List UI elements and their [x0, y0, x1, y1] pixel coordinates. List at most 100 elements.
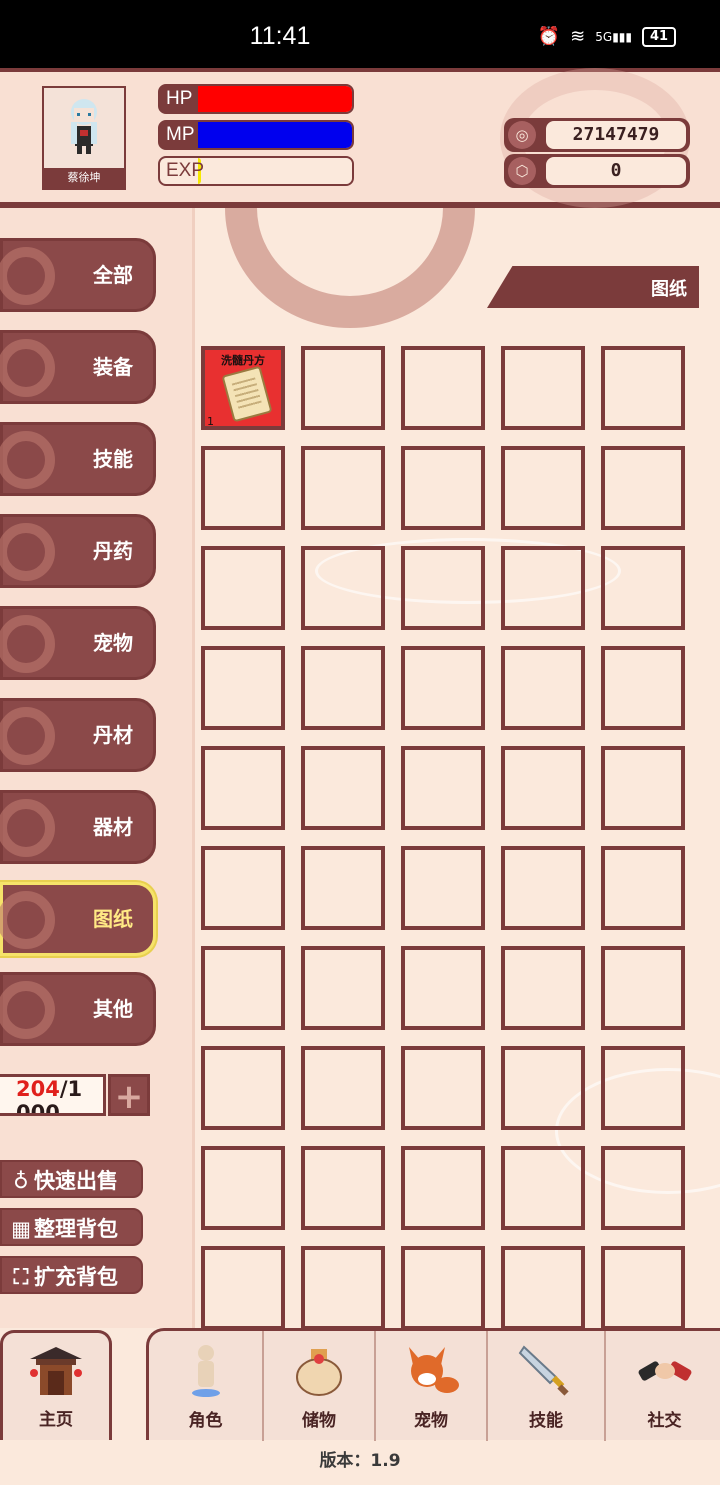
nav-skills[interactable]: 技能: [488, 1331, 606, 1441]
add-capacity-button[interactable]: +: [108, 1074, 150, 1117]
quick-sell-button[interactable]: ♁ 快速出售: [0, 1160, 143, 1198]
inventory-slot[interactable]: [501, 946, 585, 1030]
category-label: 图纸: [93, 907, 133, 931]
nav-storage[interactable]: 储物: [264, 1331, 376, 1441]
gem-icon: ⬡: [508, 157, 536, 185]
inventory-slot[interactable]: 洗髓丹方 1: [201, 346, 285, 430]
category-equipment[interactable]: 装备: [0, 330, 156, 404]
inventory-slot[interactable]: [301, 946, 385, 1030]
inventory-slot[interactable]: [601, 1046, 685, 1130]
inventory-slot[interactable]: [301, 1046, 385, 1130]
inventory-slot[interactable]: [401, 1046, 485, 1130]
inventory-slot[interactable]: [401, 846, 485, 930]
category-emblem-icon: [0, 339, 55, 397]
character-avatar[interactable]: 蔡徐坤: [42, 86, 126, 190]
mp-label: MP: [166, 124, 195, 145]
inventory-slot[interactable]: [401, 346, 485, 430]
coin-icon: ◎: [508, 121, 536, 149]
category-emblem-icon: [0, 615, 55, 673]
inventory-slot[interactable]: [301, 1246, 385, 1328]
category-label: 全部: [93, 263, 133, 287]
nav-social[interactable]: 社交: [606, 1331, 720, 1441]
category-emblem-icon: [0, 891, 55, 949]
nav-home[interactable]: 主页: [0, 1330, 112, 1440]
inventory-slot[interactable]: [601, 946, 685, 1030]
inventory-slot[interactable]: [501, 1046, 585, 1130]
category-equipment-materials[interactable]: 器材: [0, 790, 156, 864]
expand-icon: ⛶: [13, 1265, 29, 1289]
inventory-slot[interactable]: [301, 1146, 385, 1230]
inventory-slot[interactable]: [401, 1146, 485, 1230]
inventory-slot[interactable]: [301, 546, 385, 630]
inventory-slot[interactable]: [201, 946, 285, 1030]
inventory-slot[interactable]: [601, 546, 685, 630]
inventory-slot[interactable]: [501, 646, 585, 730]
section-label: 图纸: [651, 279, 687, 300]
sort-bag-button[interactable]: ▦ 整理背包: [0, 1208, 143, 1246]
capacity-total: /1: [59, 1077, 83, 1101]
house-icon: [30, 1347, 82, 1395]
inventory-slot[interactable]: [401, 446, 485, 530]
category-pill-materials[interactable]: 丹材: [0, 698, 156, 772]
bag-capacity: 204/1 000: [0, 1074, 106, 1116]
inventory-slot[interactable]: [201, 546, 285, 630]
expand-bag-button[interactable]: ⛶ 扩充背包: [0, 1256, 143, 1294]
inventory-slot[interactable]: [401, 1246, 485, 1328]
inventory-slot[interactable]: [201, 846, 285, 930]
category-blueprints[interactable]: 图纸: [0, 882, 156, 956]
inventory-slot[interactable]: [401, 546, 485, 630]
nav-pets[interactable]: 宠物: [376, 1331, 488, 1441]
inventory-slot[interactable]: [201, 1246, 285, 1328]
inventory-slot[interactable]: [601, 346, 685, 430]
category-pills[interactable]: 丹药: [0, 514, 156, 588]
category-other[interactable]: 其他: [0, 972, 156, 1046]
inventory-slot[interactable]: [301, 746, 385, 830]
category-label: 宠物: [93, 631, 133, 655]
inventory-slot[interactable]: [301, 346, 385, 430]
category-all[interactable]: 全部: [0, 238, 156, 312]
inventory-slot[interactable]: [501, 846, 585, 930]
inventory-slot[interactable]: [201, 1146, 285, 1230]
category-skills[interactable]: 技能: [0, 422, 156, 496]
inventory-slot[interactable]: [301, 646, 385, 730]
nav-bar: 角色 储物 宠物 技能 社交: [146, 1328, 720, 1441]
nav-storage-label: 储物: [302, 1411, 336, 1431]
nav-skills-label: 技能: [529, 1411, 563, 1431]
inventory-slot[interactable]: [601, 746, 685, 830]
battery-icon: 41: [642, 26, 676, 47]
gem-counter: ⬡ 0: [504, 154, 690, 188]
inventory-slot[interactable]: [601, 1246, 685, 1328]
inventory-slot[interactable]: [601, 846, 685, 930]
character-figure-icon: [191, 1345, 220, 1397]
inventory-slot[interactable]: [501, 1246, 585, 1328]
inventory-slot[interactable]: [201, 646, 285, 730]
status-icons: ⏰ ≋ 5G▮▮▮ 41: [538, 26, 676, 47]
inventory-slot[interactable]: [601, 646, 685, 730]
nav-social-label: 社交: [647, 1411, 682, 1431]
inventory-slot[interactable]: [201, 446, 285, 530]
mp-bar: MP: [158, 120, 354, 150]
inventory-slot[interactable]: [501, 1146, 585, 1230]
inventory-slot[interactable]: [401, 746, 485, 830]
category-pets[interactable]: 宠物: [0, 606, 156, 680]
inventory-slot[interactable]: [601, 446, 685, 530]
category-label: 装备: [93, 355, 133, 379]
inventory-slot[interactable]: [301, 846, 385, 930]
nav-character[interactable]: 角色: [149, 1331, 264, 1441]
category-label: 其他: [93, 997, 133, 1021]
inventory-slot[interactable]: [501, 346, 585, 430]
signal-label: 5G: [595, 29, 613, 44]
inventory-slot[interactable]: [201, 1046, 285, 1130]
inventory-slot[interactable]: [501, 746, 585, 830]
inventory-slot[interactable]: [401, 946, 485, 1030]
inventory-slot[interactable]: [501, 446, 585, 530]
version-label: 版本：1.9: [319, 1451, 401, 1471]
inventory-slot[interactable]: [501, 546, 585, 630]
inventory-slot[interactable]: [201, 746, 285, 830]
scroll-icon: [221, 365, 273, 423]
inventory-slot[interactable]: [401, 646, 485, 730]
inventory-slot[interactable]: [601, 1146, 685, 1230]
inventory-slot[interactable]: [301, 446, 385, 530]
item-name: 洗髓丹方: [221, 354, 265, 367]
sort-bag-label: 整理背包: [34, 1217, 118, 1241]
